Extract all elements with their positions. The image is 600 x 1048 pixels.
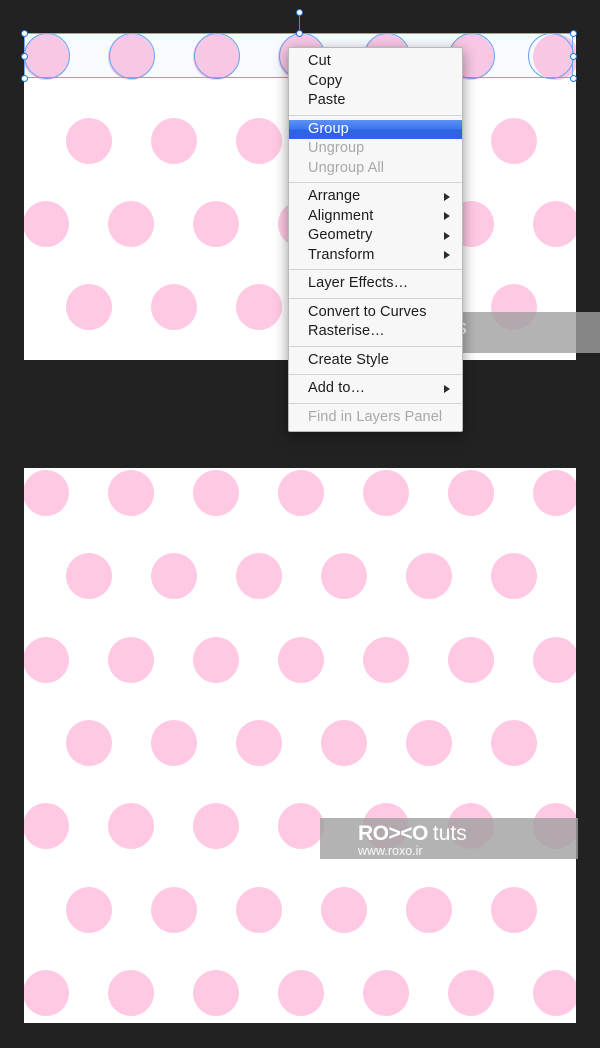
watermark-bottom-suffix: tuts (432, 822, 467, 845)
pattern-dot (108, 201, 154, 247)
watermark-bottom-logo: RO><O tuts (358, 822, 467, 845)
rotation-handle-stem (299, 12, 300, 33)
menu-item-transform[interactable]: Transform (289, 246, 462, 266)
pattern-dot (406, 553, 452, 599)
pattern-dot (533, 34, 576, 80)
menu-item-copy[interactable]: Copy (289, 72, 462, 92)
pattern-dot (151, 553, 197, 599)
menu-item-paste[interactable]: Paste (289, 91, 462, 111)
pattern-dot (321, 887, 367, 933)
menu-item-ungroup-all: Ungroup All (308, 159, 385, 176)
pattern-dot (278, 637, 324, 683)
submenu-arrow-icon (444, 192, 450, 201)
pattern-dot (151, 118, 197, 164)
pattern-dot (236, 118, 282, 164)
pattern-dot (533, 201, 576, 247)
pattern-dot (24, 201, 69, 247)
pattern-dot (278, 803, 324, 849)
pattern-dot (533, 470, 576, 516)
pattern-dot (363, 970, 409, 1016)
menu-item-convert-to-curves[interactable]: Convert to Curves (289, 303, 462, 323)
pattern-dot (533, 970, 576, 1016)
pattern-dot (66, 720, 112, 766)
pattern-dot (236, 720, 282, 766)
pattern-dot (321, 553, 367, 599)
pattern-dot (24, 970, 69, 1016)
menu-separator (289, 345, 462, 347)
pattern-dot (66, 118, 112, 164)
pattern-dot (236, 284, 282, 330)
pattern-dot (278, 470, 324, 516)
menu-item-arrange[interactable]: Arrange (289, 187, 462, 207)
pattern-dot (491, 720, 537, 766)
menu-separator (289, 114, 462, 116)
pattern-dot (193, 470, 239, 516)
pattern-dot (108, 34, 154, 80)
pattern-dot (24, 34, 69, 80)
pattern-dot (321, 720, 367, 766)
menu-item-cut[interactable]: Cut (289, 52, 462, 72)
pattern-dot (448, 637, 494, 683)
menu-item-geometry[interactable]: Geometry (289, 226, 462, 246)
pattern-dot (236, 553, 282, 599)
pattern-dot (533, 637, 576, 683)
screenshot-root: RO><Otuts www.roxo.ir RO><Otuts www.roxo… (0, 0, 600, 1048)
watermark-bottom-brand: RO><O (358, 822, 428, 845)
pattern-dot (108, 470, 154, 516)
submenu-arrow-icon (444, 251, 450, 260)
pattern-dot (406, 887, 452, 933)
pattern-dot (406, 720, 452, 766)
rotation-handle-knob[interactable] (295, 8, 303, 16)
menu-item-find-in-layers-panel: Find in Layers Panel (308, 408, 443, 425)
pattern-dot (151, 887, 197, 933)
watermark-bottom: RO><O tuts www.roxo.ir (320, 818, 578, 859)
submenu-arrow-icon (444, 212, 450, 221)
pattern-dot (193, 201, 239, 247)
pattern-dot (66, 553, 112, 599)
menu-item-create-style[interactable]: Create Style (289, 351, 462, 371)
menu-item-group[interactable]: Group (289, 119, 462, 139)
pattern-dot (448, 470, 494, 516)
pattern-dot (108, 970, 154, 1016)
menu-separator (289, 182, 462, 183)
pattern-dot (491, 887, 537, 933)
watermark-bottom-url: www.roxo.ir (358, 844, 423, 858)
pattern-dot (151, 284, 197, 330)
pattern-dot (24, 803, 69, 849)
context-menu[interactable]: Cut Copy Paste Group Ungroup Ungroup All Arran… (288, 47, 463, 432)
pattern-dot (66, 887, 112, 933)
pattern-dot (193, 34, 239, 80)
pattern-dot (193, 803, 239, 849)
bottom-artboard[interactable] (24, 468, 576, 1023)
menu-item-add-to[interactable]: Add to… (289, 379, 462, 399)
menu-item-layer-effects[interactable]: Layer Effects… (289, 274, 462, 294)
pattern-dot (448, 970, 494, 1016)
pattern-dot (108, 803, 154, 849)
pattern-dot (363, 637, 409, 683)
pattern-dot (491, 118, 537, 164)
menu-separator (289, 297, 462, 299)
menu-separator (289, 374, 462, 375)
menu-item-ungroup: Ungroup (308, 140, 365, 156)
menu-separator (289, 269, 462, 270)
menu-separator (289, 402, 462, 404)
pattern-dot (193, 970, 239, 1016)
submenu-arrow-icon (444, 384, 450, 393)
pattern-dot (236, 887, 282, 933)
pattern-dot (24, 470, 69, 516)
pattern-dot (151, 720, 197, 766)
submenu-arrow-icon (444, 231, 450, 240)
watermark-bottom-content: RO><O tuts www.roxo.ir (358, 822, 467, 858)
pattern-dot (491, 553, 537, 599)
menu-item-alignment[interactable]: Alignment (289, 207, 462, 227)
pattern-dot (363, 470, 409, 516)
pattern-dot (24, 637, 69, 683)
pattern-dot (108, 637, 154, 683)
pattern-dot (278, 970, 324, 1016)
menu-item-rasterise[interactable]: Rasterise… (289, 322, 462, 342)
pattern-dot (66, 284, 112, 330)
pattern-dot (193, 637, 239, 683)
